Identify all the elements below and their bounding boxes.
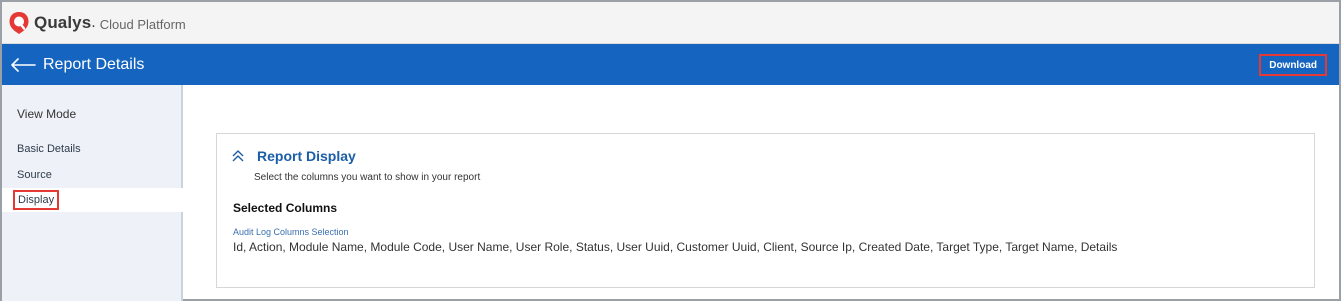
sidebar-heading: View Mode xyxy=(17,107,77,121)
app-window: Qualys . Cloud Platform Report Details D… xyxy=(0,0,1341,301)
field-label: Audit Log Columns Selection xyxy=(233,227,349,237)
arrow-left-icon[interactable] xyxy=(10,55,36,75)
selected-columns-heading: Selected Columns xyxy=(233,201,338,215)
brand-suffix: Cloud Platform xyxy=(99,16,186,32)
sidebar-item-label: Basic Details xyxy=(17,143,81,155)
brand-dot: . xyxy=(91,13,96,31)
sidebar-item-basic-details[interactable]: Basic Details xyxy=(2,137,183,161)
download-button[interactable]: Download xyxy=(1259,54,1327,76)
sidebar-item-display[interactable]: Display xyxy=(2,188,183,212)
selected-columns-value: Id, Action, Module Name, Module Code, Us… xyxy=(233,240,1118,254)
page-title: Report Details xyxy=(43,55,145,73)
sidebar-item-source[interactable]: Source xyxy=(2,163,183,187)
sidebar: View Mode Basic Details Source Display xyxy=(2,85,183,301)
qualys-logo-icon xyxy=(8,11,30,35)
platform-bar: Qualys . Cloud Platform xyxy=(2,2,1339,44)
page-header: Report Details Download xyxy=(2,44,1339,85)
section-description: Select the columns you want to show in y… xyxy=(254,172,481,183)
report-display-card: Report Display Select the columns you wa… xyxy=(216,133,1315,288)
sidebar-item-label: Display xyxy=(13,190,60,210)
sidebar-item-label: Source xyxy=(17,169,52,181)
section-title: Report Display xyxy=(257,148,356,164)
brand-name: Qualys xyxy=(34,12,92,32)
chevron-double-up-icon[interactable] xyxy=(231,149,245,163)
